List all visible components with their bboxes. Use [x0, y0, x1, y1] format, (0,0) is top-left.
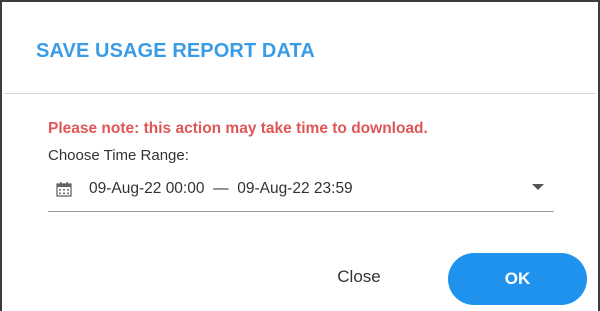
time-range-picker[interactable]: 09-Aug-22 00:00 — 09-Aug-22 23:59	[48, 170, 554, 212]
ok-button[interactable]: OK	[448, 253, 587, 305]
time-range-value: 09-Aug-22 00:00 — 09-Aug-22 23:59	[89, 180, 353, 197]
save-usage-report-dialog: SAVE USAGE REPORT DATA Please note: this…	[0, 0, 600, 311]
calendar-icon	[56, 182, 72, 197]
download-warning: Please note: this action may take time t…	[48, 120, 428, 137]
title-divider	[4, 93, 596, 94]
chevron-down-icon[interactable]	[532, 184, 544, 190]
dialog-title: SAVE USAGE REPORT DATA	[36, 40, 315, 62]
close-button[interactable]: Close	[314, 254, 404, 300]
time-range-label: Choose Time Range:	[48, 147, 189, 164]
